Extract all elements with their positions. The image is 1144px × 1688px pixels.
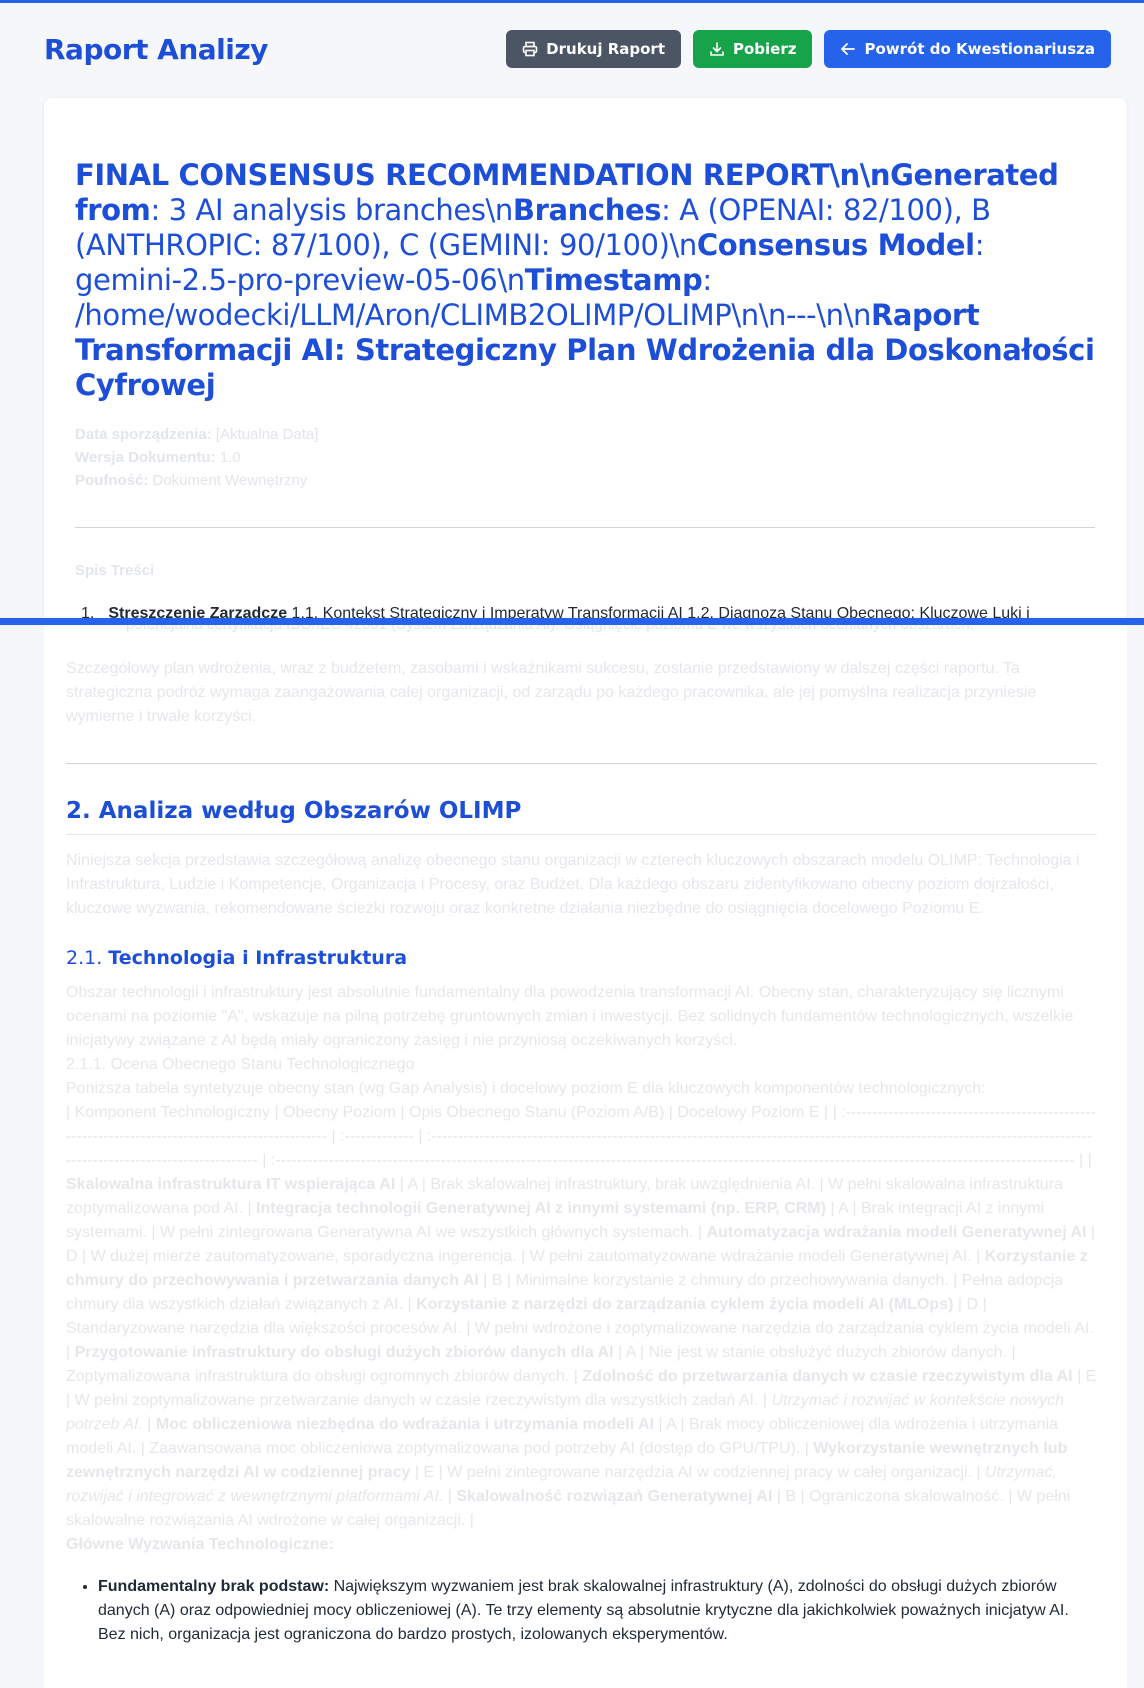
table-row-component: Skalowalność rozwiązań Generatywnej AI <box>456 1488 773 1505</box>
meta-line: Poufność: Dokument Wewnętrzny <box>75 469 1095 492</box>
meta-value: [Aktualna Data] <box>211 426 319 443</box>
subsection-number: 2.1. <box>66 947 109 969</box>
print-report-label: Drukuj Raport <box>546 40 665 58</box>
report-title: FINAL CONSENSUS RECOMMENDATION REPORT\n\… <box>75 158 1095 403</box>
cut-off-line: potencjalna certyfikacja ISO/IEC 42001 (… <box>66 625 1097 633</box>
list-item: Fundamentalny brak podstaw: Największym … <box>98 1575 1097 1647</box>
table-row-component: Integracja technologii Generatywnej AI z… <box>256 1200 826 1217</box>
toc-heading: Spis Treści <box>75 562 155 579</box>
challenges-list: Fundamentalny brak podstaw: Największym … <box>66 1575 1097 1647</box>
report-card: FINAL CONSENSUS RECOMMENDATION REPORT\n\… <box>44 98 1127 618</box>
table-row-component: Moc obliczeniowa niezbędna do wdrażania … <box>155 1416 654 1433</box>
table-row-component: Przygotowanie infrastruktury do obsługi … <box>74 1344 614 1361</box>
table-intro: Poniższa tabela syntetyzuje obecny stan … <box>66 1080 986 1097</box>
meta-label: Data sporządzenia: <box>75 426 212 443</box>
report-title-part: Consensus Model <box>696 228 975 262</box>
table-row-component: Automatyzacja wdrażania modeli Generatyw… <box>706 1224 1087 1241</box>
arrow-left-icon <box>841 43 856 55</box>
report-title-part: : 3 AI analysis branches\n <box>150 193 513 227</box>
paragraph: Obszar technologii i infrastruktury jest… <box>66 984 1074 1049</box>
list-item-label: Fundamentalny brak podstaw: <box>98 1578 330 1595</box>
meta-line: Wersja Dokumentu: 1.0 <box>75 446 1095 469</box>
raw-markdown-table: | Komponent Technologiczny | Obecny Pozi… <box>66 1101 1097 1533</box>
subsection-heading: 2.1. Technologia i Infrastruktura <box>66 947 1097 969</box>
back-label: Powrót do Kwestionariusza <box>864 40 1095 58</box>
divider <box>66 763 1097 764</box>
download-label: Pobierz <box>733 40 797 58</box>
report-body-lower: potencjalna certyfikacja ISO/IEC 42001 (… <box>44 625 1127 1688</box>
table-row-component: Zdolność do przetwarzania danych w czasi… <box>582 1368 1073 1385</box>
table-row-cells: | <box>443 1488 457 1505</box>
section-heading: 2. Analiza według Obszarów OLIMP <box>66 798 1097 835</box>
technology-section-text: Obszar technologii i infrastruktury jest… <box>66 981 1097 1557</box>
meta-value: Dokument Wewnętrzny <box>148 472 308 489</box>
page-title: Raport Analizy <box>44 32 268 66</box>
report-meta: Data sporządzenia: [Aktualna Data] Wersja… <box>75 423 1095 492</box>
sub-heading: 2.1.1. Ocena Obecnego Stanu Technologicz… <box>66 1056 415 1073</box>
scroll-divider-bar <box>0 618 1144 625</box>
printer-icon <box>522 41 538 57</box>
meta-label: Wersja Dokumentu: <box>75 449 216 466</box>
report-title-part: Timestamp <box>524 263 703 297</box>
toc-item-label: Streszczenie Zarządcze <box>108 605 288 618</box>
subsection-title: Technologia i Infrastruktura <box>108 947 408 969</box>
print-report-button[interactable]: Drukuj Raport <box>506 30 681 68</box>
toc-item-number: 1. <box>81 605 95 618</box>
table-row-cells: | E | W pełni zintegrowane narzędzia AI … <box>410 1464 985 1481</box>
divider <box>75 527 1095 528</box>
header-actions: Drukuj Raport Pobierz Powrót do Kwestion… <box>506 30 1111 68</box>
download-icon <box>710 42 724 56</box>
challenges-heading: Główne Wyzwania Technologiczne: <box>66 1536 334 1553</box>
toc-item[interactable]: 1. Streszczenie Zarządcze 1.1. Kontekst … <box>75 605 1095 618</box>
paragraph: Niniejsza sekcja przedstawia szczegółową… <box>66 852 1080 917</box>
meta-value: 1.0 <box>215 449 241 466</box>
table-row-component: Korzystanie z narzędzi do zarządzania cy… <box>416 1296 954 1313</box>
toc-item-text: 1.1. Kontekst Strategiczny i Imperatyw T… <box>287 605 1030 618</box>
app-header: Raport Analizy Drukuj Raport Pobierz Pow… <box>0 3 1144 95</box>
meta-label: Poufność: <box>75 472 149 489</box>
paragraph: Szczegółowy plan wdrożenia, wraz z budże… <box>66 660 1037 725</box>
table-header-raw: | Komponent Technologiczny | Obecny Pozi… <box>66 1104 1097 1169</box>
download-button[interactable]: Pobierz <box>693 30 813 68</box>
back-to-questionnaire-button[interactable]: Powrót do Kwestionariusza <box>824 30 1111 68</box>
meta-line: Data sporządzenia: [Aktualna Data] <box>75 423 1095 446</box>
table-row-cells: | <box>142 1416 156 1433</box>
table-row-component: Skalowalna infrastruktura IT wspierająca… <box>66 1176 396 1193</box>
report-title-part: Branches <box>512 193 662 227</box>
